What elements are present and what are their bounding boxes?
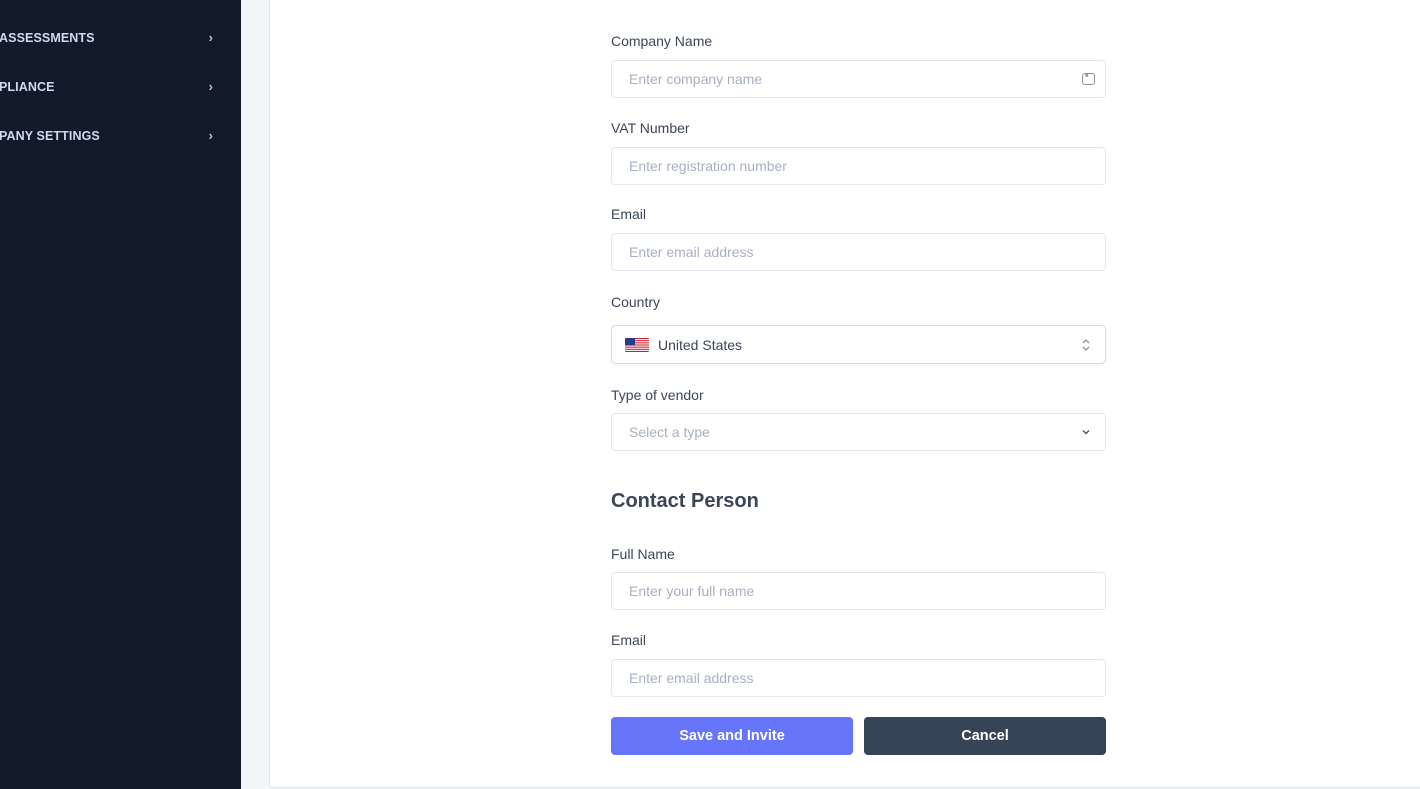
- sidebar: ASSESSMENTS › PLIANCE › PANY SETTINGS ›: [0, 0, 241, 789]
- full-name-label: Full Name: [611, 546, 675, 562]
- vendor-type-label: Type of vendor: [611, 387, 704, 403]
- chevron-down-icon: [1082, 430, 1090, 435]
- chevron-right-icon: ›: [208, 79, 213, 95]
- id-card-icon[interactable]: [1082, 72, 1095, 85]
- company-email-field-wrapper: [611, 233, 1106, 271]
- full-name-field-wrapper: [611, 572, 1106, 610]
- vendor-type-select[interactable]: Select a type: [611, 413, 1106, 451]
- us-flag-icon: [625, 338, 649, 352]
- vat-number-input[interactable]: [612, 148, 1105, 184]
- cancel-button[interactable]: Cancel: [864, 717, 1106, 755]
- sidebar-item-label: PANY SETTINGS: [0, 129, 100, 143]
- vat-number-label: VAT Number: [611, 120, 690, 136]
- up-down-chevrons-icon: [1082, 338, 1090, 351]
- chevron-right-icon: ›: [208, 30, 213, 46]
- vat-number-field-wrapper: [611, 147, 1106, 185]
- contact-email-input[interactable]: [612, 660, 1105, 696]
- company-email-input[interactable]: [612, 234, 1105, 270]
- country-selected-value: United States: [658, 336, 743, 353]
- company-name-input[interactable]: [612, 61, 1105, 97]
- sidebar-item-compliance[interactable]: PLIANCE ›: [0, 71, 241, 103]
- contact-email-label: Email: [611, 632, 647, 648]
- sidebar-item-assessments[interactable]: ASSESSMENTS ›: [0, 22, 241, 54]
- contact-email-field-wrapper: [611, 659, 1106, 697]
- company-name-label: Company Name: [611, 33, 713, 49]
- save-and-invite-button[interactable]: Save and Invite: [611, 717, 853, 755]
- sidebar-item-company-settings[interactable]: PANY SETTINGS ›: [0, 120, 241, 152]
- full-name-input[interactable]: [612, 573, 1105, 609]
- sidebar-item-label: PLIANCE: [0, 80, 55, 94]
- contact-person-heading: Contact Person: [611, 490, 759, 512]
- company-name-field-wrapper: [611, 60, 1106, 98]
- sidebar-item-label: ASSESSMENTS: [0, 31, 95, 45]
- company-email-label: Email: [611, 206, 647, 222]
- country-label: Country: [611, 294, 661, 310]
- country-select[interactable]: United States: [611, 325, 1106, 364]
- app-root: ASSESSMENTS › PLIANCE › PANY SETTINGS › …: [0, 0, 1420, 789]
- vendor-type-placeholder: Select a type: [629, 424, 710, 440]
- chevron-right-icon: ›: [208, 128, 213, 144]
